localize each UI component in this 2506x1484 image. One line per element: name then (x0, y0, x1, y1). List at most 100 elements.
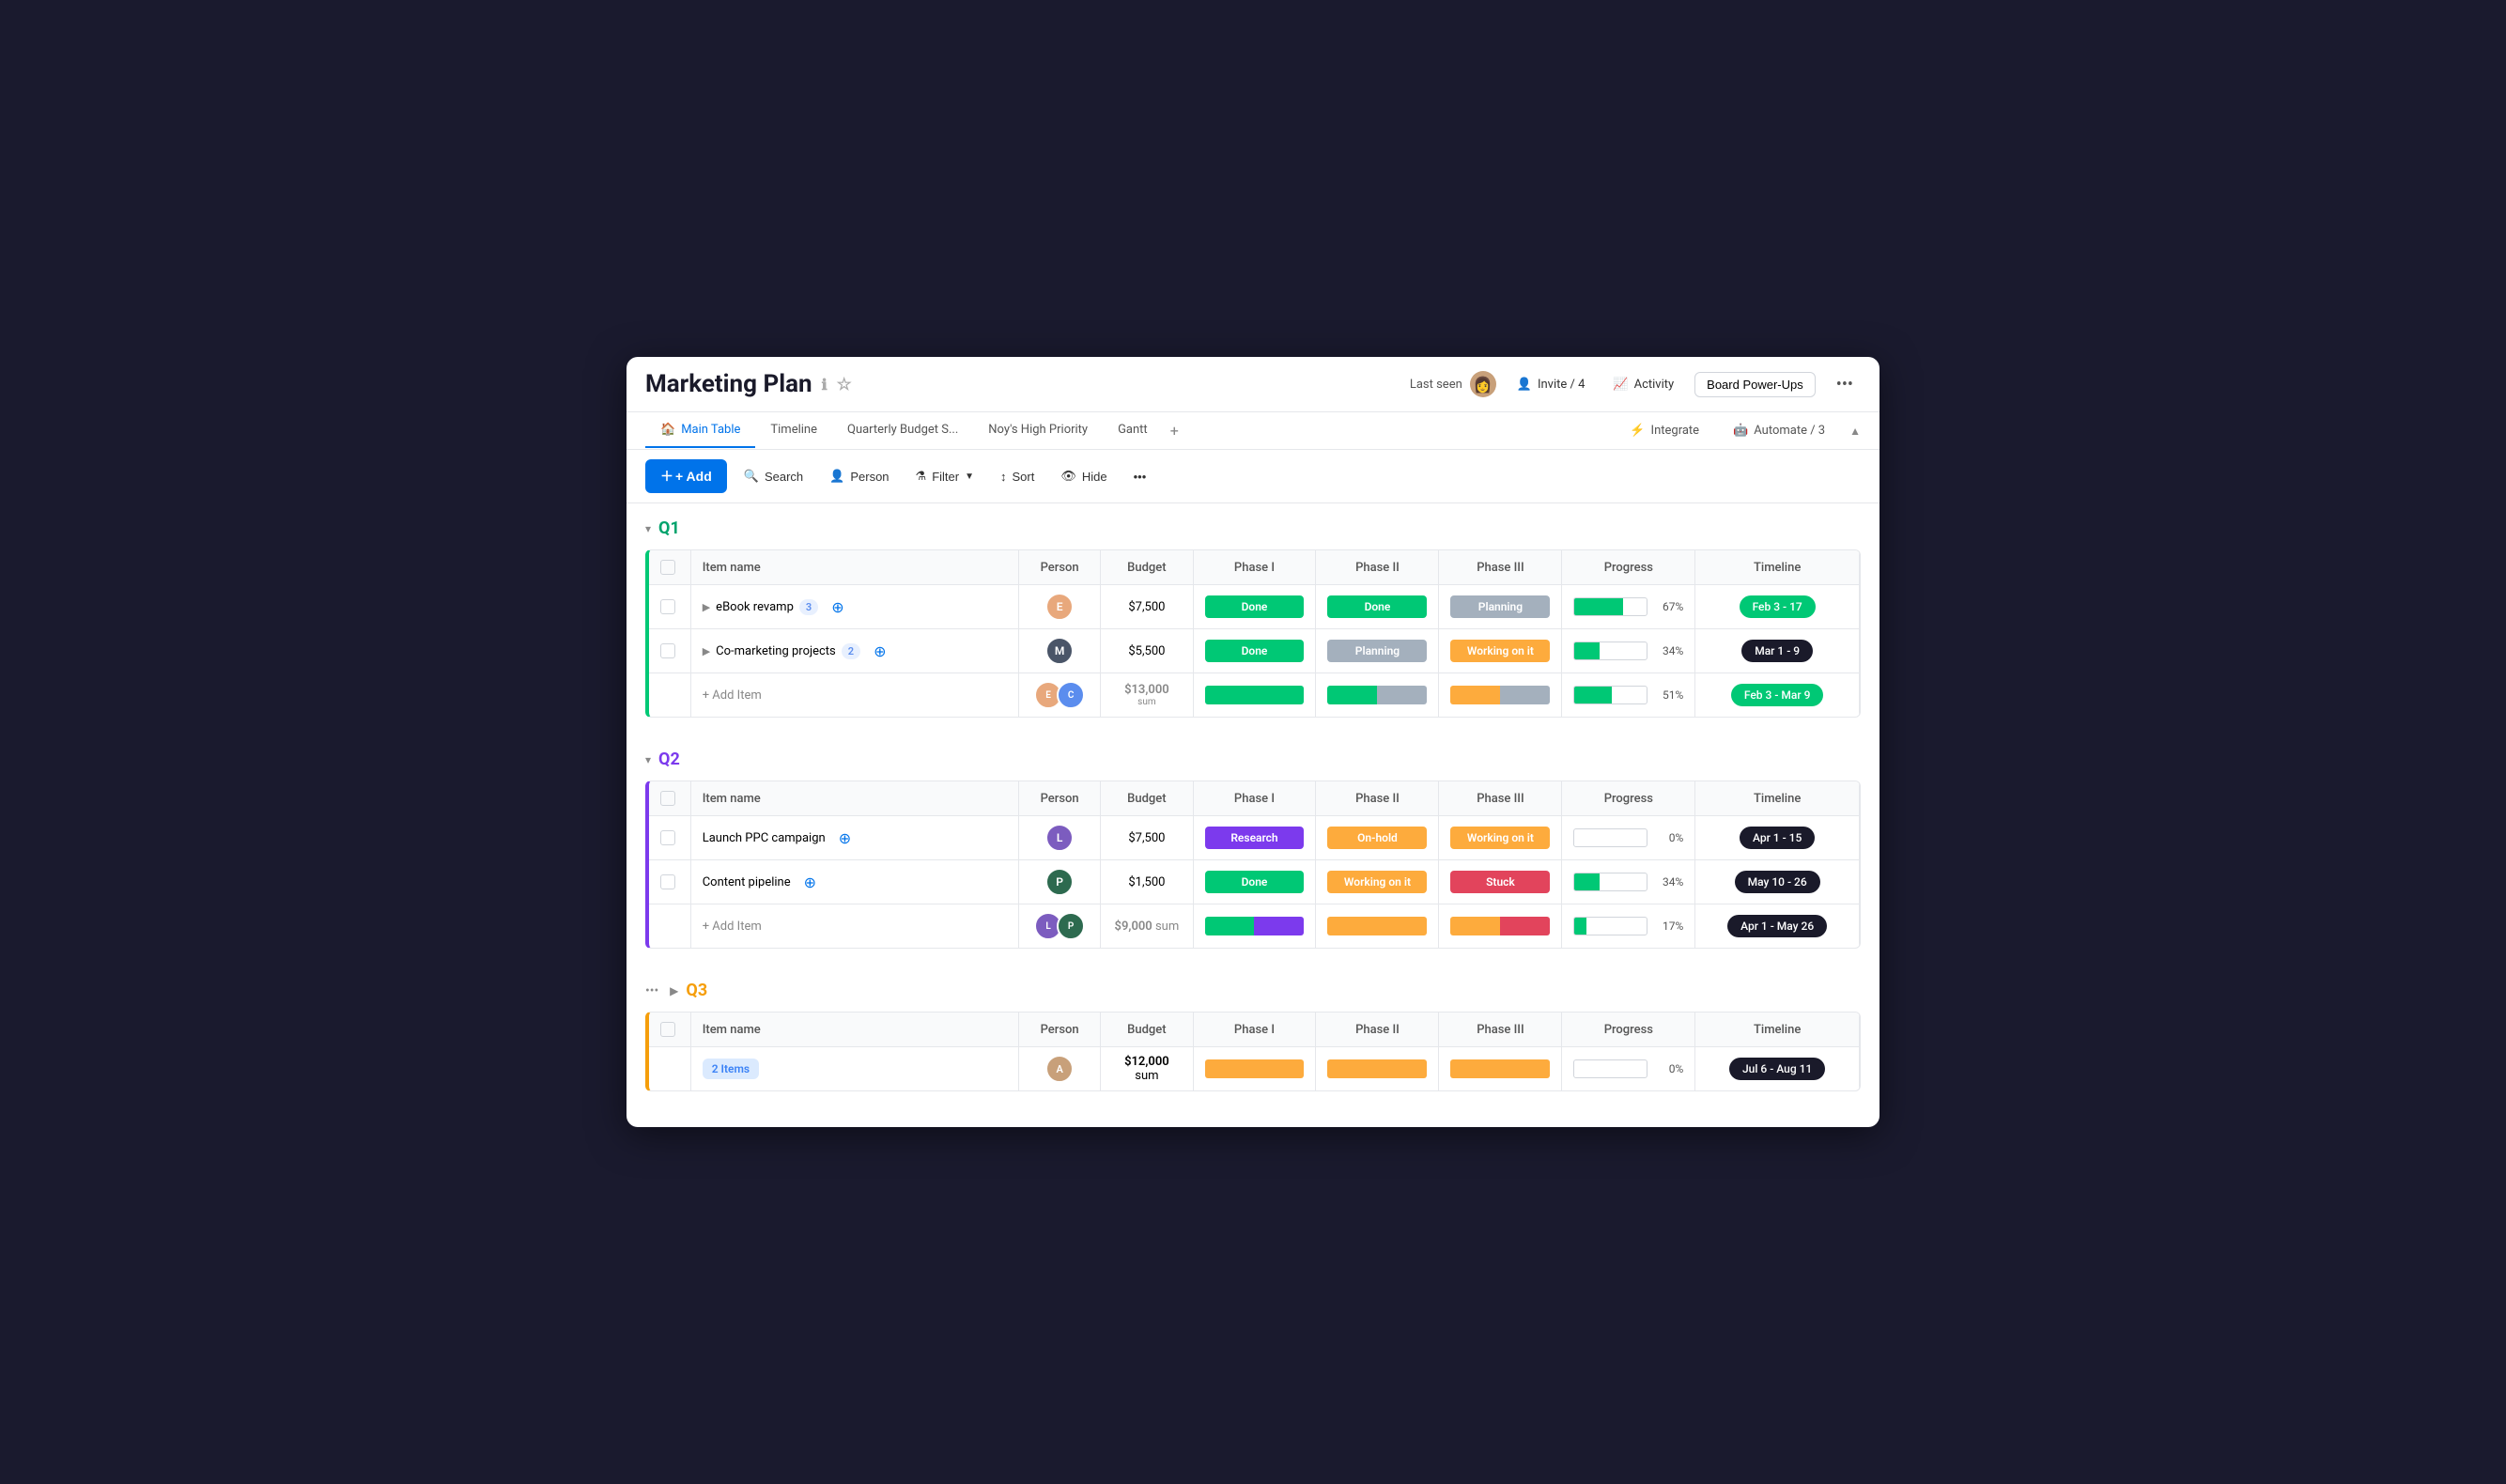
activity-button[interactable]: 📈 Activity (1605, 373, 1681, 396)
star-icon[interactable]: ☆ (837, 375, 852, 394)
q2-summary-person: L P (1018, 904, 1100, 949)
add-tab-button[interactable]: + (1163, 412, 1186, 449)
tab-quarterly-budget[interactable]: Quarterly Budget S... (832, 413, 973, 448)
q1-r2-phase1-badge[interactable]: Done (1205, 640, 1305, 662)
group-q3-collapse-button[interactable]: ▶ (670, 984, 678, 997)
q3-collapsed-checkbox (649, 1047, 690, 1091)
q1-r1-timeline-badge[interactable]: Feb 3 - 17 (1740, 595, 1816, 618)
integrate-icon: ⚡ (1630, 424, 1645, 438)
q1-summary-person: E C (1018, 673, 1100, 718)
q3-header-row: Item name Person Budget Phase I Phase II… (649, 1013, 1860, 1047)
q1-r2-checkbox-cell (649, 629, 690, 673)
q1-r1-phase1-cell: Done (1193, 585, 1316, 629)
tab-main-table[interactable]: 🏠 Main Table (645, 413, 755, 448)
group-q2-collapse-button[interactable]: ▾ (645, 753, 651, 766)
q2-add-checkbox-cell (649, 904, 690, 949)
breadcrumb-dots[interactable]: ••• (645, 983, 658, 998)
q1-phase2-header: Phase II (1316, 550, 1439, 585)
q1-r2-name: Co-marketing projects (716, 644, 836, 658)
q1-select-all-checkbox[interactable] (660, 560, 675, 575)
q2-select-all-checkbox[interactable] (660, 791, 675, 806)
q2-r1-phase2-badge[interactable]: On-hold (1327, 827, 1427, 849)
q1-r1-expand-arrow[interactable]: ▶ (703, 601, 710, 613)
q2-r2-checkbox[interactable] (660, 874, 675, 889)
group-q1-collapse-button[interactable]: ▾ (645, 522, 651, 535)
q2-r2-name: Content pipeline (703, 875, 791, 889)
q3-items-badge[interactable]: 2 Items (703, 1059, 759, 1079)
q1-r2-add-button[interactable]: ⊕ (874, 642, 886, 660)
hide-button[interactable]: 👁 Hide (1051, 462, 1116, 490)
group-q1-title: Q1 (658, 518, 680, 538)
automate-button[interactable]: 🤖 Automate / 3 (1724, 418, 1834, 443)
q2-r1-phase1-badge[interactable]: Research (1205, 827, 1305, 849)
search-button[interactable]: 🔍 Search (735, 462, 812, 490)
q2-r2-add-button[interactable]: ⊕ (804, 873, 816, 891)
q3-select-all-checkbox[interactable] (660, 1022, 675, 1037)
q2-sum-phase1 (1193, 904, 1316, 949)
q2-r1-persons: L (1030, 824, 1089, 852)
q1-budget-sum-label: sum (1112, 697, 1181, 707)
q2-r1-phase3-badge[interactable]: Working on it (1450, 827, 1550, 849)
person-button[interactable]: 👤 Person (820, 462, 898, 490)
q1-r2-phase3-badge[interactable]: Working on it (1450, 640, 1550, 662)
q1-budget-summary: $13,000 sum (1112, 683, 1181, 707)
q1-r1-progress-pct: 67% (1655, 600, 1683, 613)
q2-r1-progress-cell: 0% (1562, 816, 1695, 860)
q2-r1-person-cell: L (1018, 816, 1100, 860)
collapse-tabs-button[interactable]: ▲ (1849, 425, 1861, 438)
q1-r2-checkbox[interactable] (660, 643, 675, 658)
q2-r1-timeline-cell: Apr 1 - 15 (1695, 816, 1860, 860)
q2-r2-phase3-badge[interactable]: Stuck (1450, 871, 1550, 893)
table-row: Content pipeline ⊕ P $1,500 Done (649, 860, 1860, 904)
q2-r1-progress-pct: 0% (1655, 831, 1683, 844)
group-q1-header: ▾ Q1 (645, 513, 1861, 544)
q1-r2-progress-fill (1574, 642, 1599, 659)
q1-r2-expand-arrow[interactable]: ▶ (703, 645, 710, 657)
tabs-bar: 🏠 Main Table Timeline Quarterly Budget S… (626, 412, 1880, 450)
q1-r1-add-button[interactable]: ⊕ (831, 598, 843, 616)
q1-r2-name-expand: ▶ Co-marketing projects 2 ⊕ (703, 642, 887, 660)
group-q3-table: Item name Person Budget Phase I Phase II… (645, 1012, 1861, 1091)
q2-r2-progress-pct: 34% (1655, 875, 1683, 889)
board-powerups-button[interactable]: Board Power-Ups (1694, 372, 1816, 397)
q1-r1-progress: 67% (1573, 597, 1683, 616)
table-row: ▶ Co-marketing projects 2 ⊕ M (649, 629, 1860, 673)
filter-button[interactable]: ⚗ Filter ▼ (906, 462, 983, 490)
q2-r2-phase2-badge[interactable]: Working on it (1327, 871, 1427, 893)
q1-sum-phase3-bar (1450, 686, 1550, 704)
q2-r1-checkbox[interactable] (660, 830, 675, 845)
filter-icon: ⚗ (916, 469, 927, 484)
q2-r1-add-button[interactable]: ⊕ (839, 829, 851, 847)
q1-r1-phase2-badge[interactable]: Done (1327, 595, 1427, 618)
q2-r1-name: Launch PPC campaign (703, 831, 826, 845)
q2-r2-phase1-cell: Done (1193, 860, 1316, 904)
q1-r1-name-cell: ▶ eBook revamp 3 ⊕ (690, 585, 1018, 629)
q1-r1-checkbox[interactable] (660, 599, 675, 614)
more-options-button[interactable]: ••• (1829, 371, 1861, 398)
q3-sum-progress: 0% (1562, 1047, 1695, 1091)
tab-gantt[interactable]: Gantt (1103, 413, 1163, 448)
tab-timeline[interactable]: Timeline (755, 413, 832, 448)
q3-sum-progress-bar (1573, 1059, 1647, 1078)
info-icon[interactable]: ℹ (822, 376, 828, 394)
q1-r2-phase2-badge[interactable]: Planning (1327, 640, 1427, 662)
q1-add-item-label[interactable]: + Add Item (703, 688, 762, 703)
q1-r1-phase1-badge[interactable]: Done (1205, 595, 1305, 618)
q2-r1-budget-cell: $7,500 (1101, 816, 1193, 860)
q3-sum-phase3-bar (1450, 1059, 1550, 1078)
add-button[interactable]: ＋ + Add (645, 459, 727, 493)
q1-r2-persons: M (1030, 637, 1089, 665)
more-toolbar-button[interactable]: ••• (1124, 463, 1156, 490)
q2-add-item-label[interactable]: + Add Item (703, 920, 762, 934)
q2-r2-phase1-badge[interactable]: Done (1205, 871, 1305, 893)
q1-r2-timeline-badge[interactable]: Mar 1 - 9 (1741, 640, 1813, 662)
q3-sum-timeline-badge: Jul 6 - Aug 11 (1729, 1058, 1825, 1080)
q1-r1-person-cell: E (1018, 585, 1100, 629)
integrate-button[interactable]: ⚡ Integrate (1620, 418, 1709, 443)
sort-button[interactable]: ↕ Sort (991, 463, 1044, 490)
q1-r1-phase3-badge[interactable]: Planning (1450, 595, 1550, 618)
tab-noy-priority[interactable]: Noy's High Priority (973, 413, 1103, 448)
invite-button[interactable]: 👤 Invite / 4 (1509, 373, 1593, 396)
q2-r1-timeline-badge[interactable]: Apr 1 - 15 (1740, 827, 1815, 849)
q2-r2-timeline-badge[interactable]: May 10 - 26 (1735, 871, 1820, 893)
